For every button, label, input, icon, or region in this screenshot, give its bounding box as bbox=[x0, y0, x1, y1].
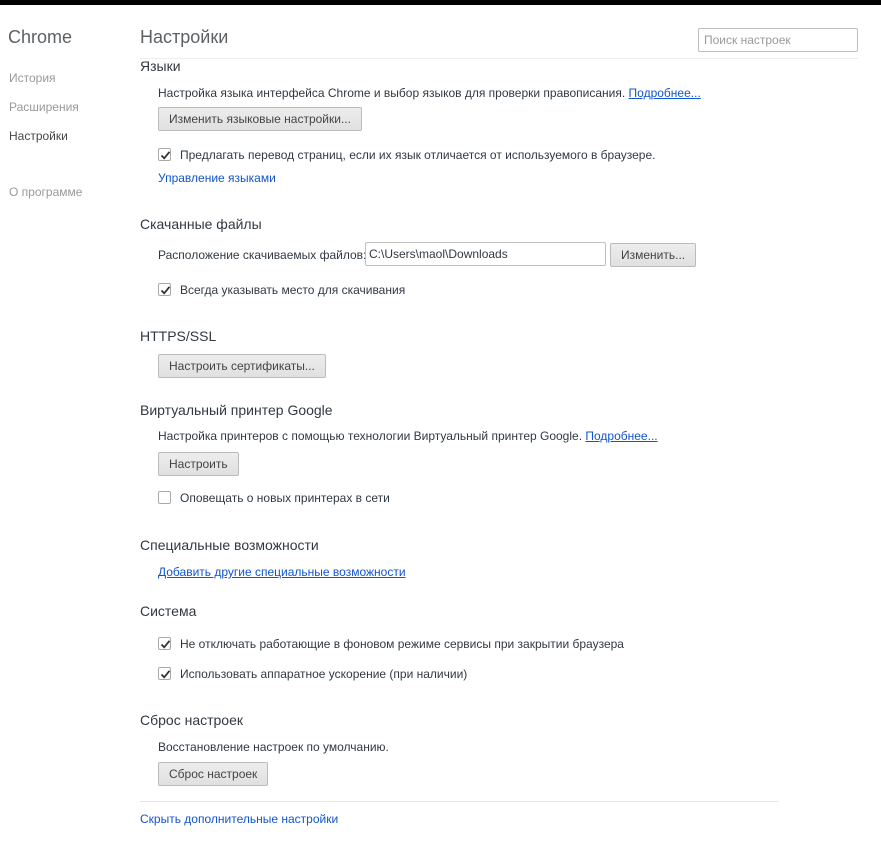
languages-description-row: Настройка языка интерфейса Chrome и выбо… bbox=[158, 86, 701, 100]
section-title-system: Система bbox=[140, 603, 197, 619]
accessibility-link-row: Добавить другие специальные возможности bbox=[158, 565, 406, 579]
change-language-settings-button[interactable]: Изменить языковые настройки... bbox=[158, 107, 362, 131]
footer-divider bbox=[140, 801, 778, 802]
header-divider bbox=[140, 58, 858, 59]
languages-more-link[interactable]: Подробнее... bbox=[629, 86, 701, 100]
sidebar-item-settings[interactable]: Настройки bbox=[9, 129, 68, 143]
section-title-downloads: Скачанные файлы bbox=[140, 216, 262, 232]
cloud-print-setup-button[interactable]: Настроить bbox=[158, 452, 239, 476]
cloud-print-description: Настройка принтеров с помощью технологии… bbox=[158, 429, 583, 443]
add-accessibility-features-link[interactable]: Добавить другие специальные возможности bbox=[158, 565, 406, 579]
notify-printers-checkbox[interactable] bbox=[158, 491, 171, 504]
reset-description: Восстановление настроек по умолчанию. bbox=[158, 740, 389, 754]
checkmark-icon bbox=[160, 640, 171, 649]
section-title-cloud-print: Виртуальный принтер Google bbox=[140, 402, 333, 418]
window-top-bar bbox=[0, 0, 881, 5]
change-download-location-button[interactable]: Изменить... bbox=[610, 243, 697, 267]
background-apps-label[interactable]: Не отключать работающие в фоновом режиме… bbox=[180, 637, 624, 651]
section-title-accessibility: Специальные возможности bbox=[140, 537, 319, 553]
page-title: Настройки bbox=[140, 27, 229, 47]
checkmark-icon bbox=[160, 286, 171, 295]
notify-printers-label[interactable]: Оповещать о новых принтерах в сети bbox=[180, 491, 390, 505]
search-input[interactable] bbox=[698, 28, 858, 52]
reset-settings-button[interactable]: Сброс настроек bbox=[158, 762, 269, 786]
checkmark-icon bbox=[160, 151, 171, 160]
translate-checkbox[interactable] bbox=[158, 148, 171, 161]
section-title-reset: Сброс настроек bbox=[140, 712, 244, 728]
sidebar: Chrome История Расширения Настройки О пр… bbox=[0, 5, 130, 851]
cloud-print-more-link[interactable]: Подробнее... bbox=[585, 429, 657, 443]
background-apps-checkbox[interactable] bbox=[158, 637, 171, 650]
languages-description: Настройка языка интерфейса Chrome и выбо… bbox=[158, 86, 626, 100]
section-title-languages: Языки bbox=[140, 58, 181, 74]
manage-certificates-button[interactable]: Настроить сертификаты... bbox=[158, 354, 326, 378]
checkmark-icon bbox=[160, 670, 171, 679]
cloud-print-description-row: Настройка принтеров с помощью технологии… bbox=[158, 429, 658, 443]
brand-title: Chrome bbox=[8, 27, 73, 47]
section-title-https: HTTPS/SSL bbox=[140, 328, 217, 344]
download-location-label: Расположение скачиваемых файлов: bbox=[158, 248, 367, 262]
hardware-acceleration-label[interactable]: Использовать аппаратное ускорение (при н… bbox=[180, 667, 467, 681]
sidebar-item-about[interactable]: О программе bbox=[9, 185, 82, 199]
ask-download-location-label[interactable]: Всегда указывать место для скачивания bbox=[180, 283, 405, 297]
hide-advanced-settings-link[interactable]: Скрыть дополнительные настройки bbox=[140, 812, 338, 826]
download-location-field[interactable] bbox=[365, 242, 606, 266]
translate-checkbox-label[interactable]: Предлагать перевод страниц, если их язык… bbox=[180, 148, 656, 162]
manage-languages-link[interactable]: Управление языками bbox=[158, 171, 276, 185]
ask-download-location-checkbox[interactable] bbox=[158, 283, 171, 296]
hardware-acceleration-checkbox[interactable] bbox=[158, 667, 171, 680]
sidebar-item-history[interactable]: История bbox=[9, 71, 56, 85]
sidebar-item-extensions[interactable]: Расширения bbox=[9, 100, 79, 114]
